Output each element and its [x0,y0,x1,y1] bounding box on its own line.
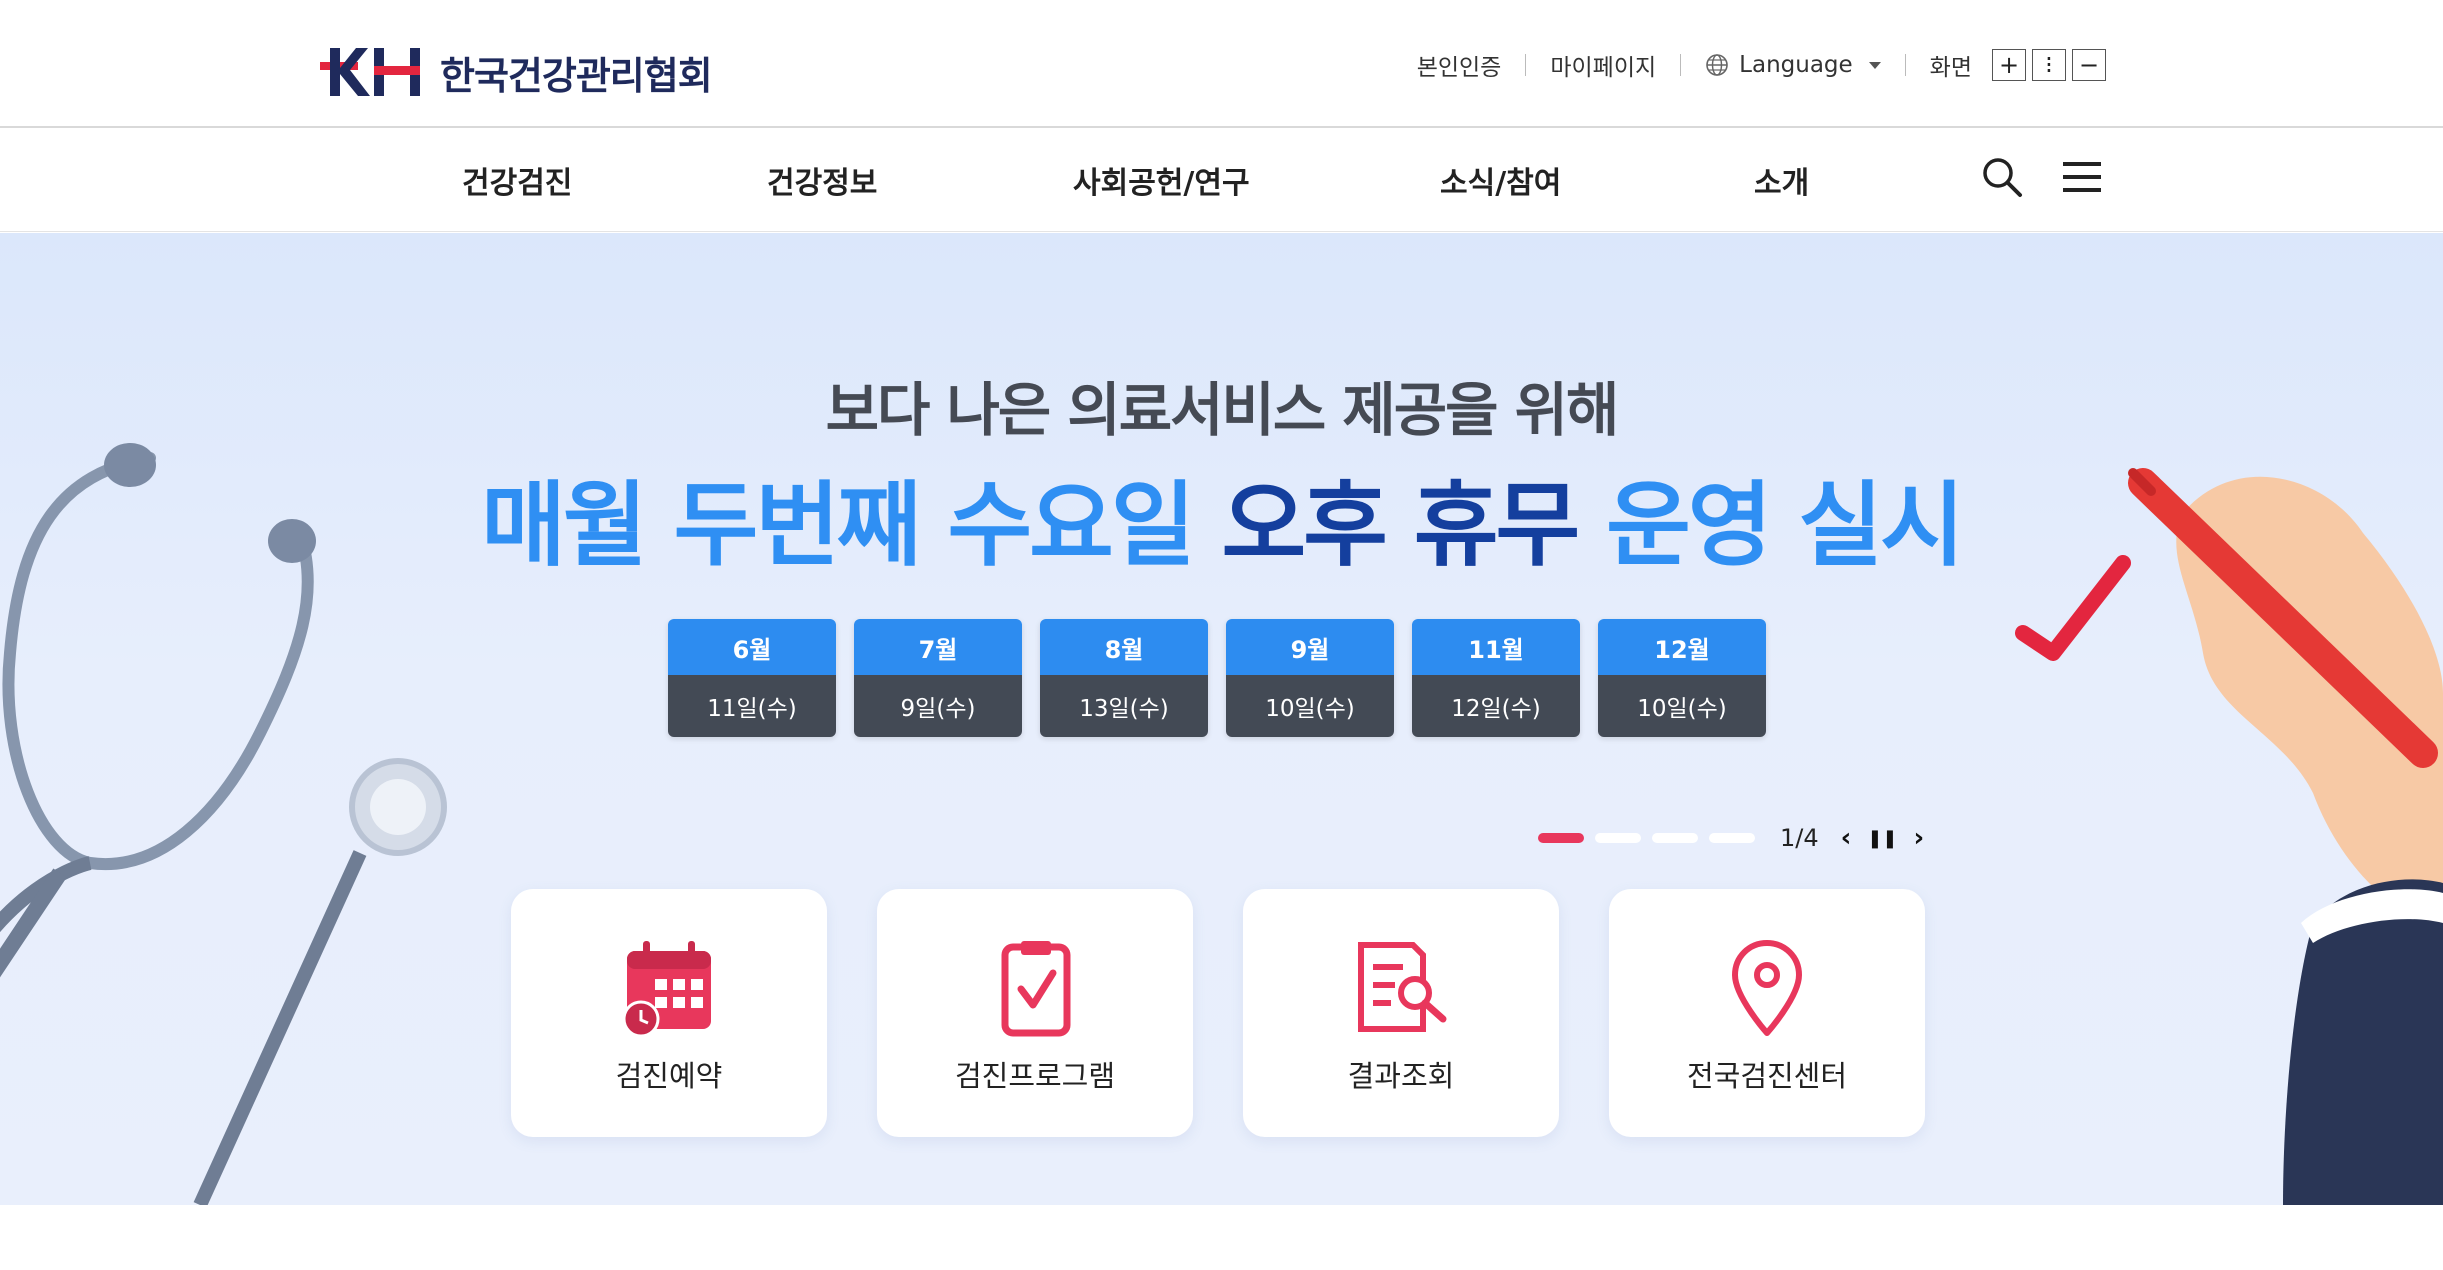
date-card: 12월 10일(수) [1598,619,1766,737]
next-slide-button[interactable]: › [1914,823,1925,853]
date-month: 7월 [854,619,1022,675]
date-month: 11월 [1412,619,1580,675]
quick-links: 검진예약 검진프로그램 결과조회 전국검진센터 [511,889,1925,1137]
globe-icon [1706,54,1728,76]
quick-link-label: 검진예약 [615,1059,723,1093]
nav-item-health-checkup[interactable]: 건강검진 [462,128,572,232]
clipboard-check-icon [1001,941,1071,1037]
quick-link-label: 전국검진센터 [1686,1059,1848,1093]
nav-icons [1981,156,2103,198]
language-label: Language [1739,52,1853,78]
pause-slide-button[interactable]: ❚❚ [1867,828,1897,849]
date-card: 8월 13일(수) [1040,619,1208,737]
date-card: 9월 10일(수) [1226,619,1394,737]
nav-item-social-research[interactable]: 사회공헌/연구 [1073,128,1250,232]
identity-verification-link[interactable]: 본인인증 [1417,48,1502,82]
quick-link-results[interactable]: 결과조회 [1243,889,1559,1137]
date-month: 9월 [1226,619,1394,675]
zoom-reset-button[interactable]: ⁝ [2032,49,2066,81]
calendar-clock-icon [622,941,711,1037]
headline-part-1: 매월 두번째 수요일 [481,472,1195,579]
hero-headline: 매월 두번째 수요일 오후 휴무 운영 실시 [0,451,2443,584]
search-icon[interactable] [1981,156,2023,198]
date-day: 13일(수) [1040,675,1208,737]
nav-item-about[interactable]: 소개 [1754,128,1809,232]
slide-indicator-4[interactable] [1709,833,1755,843]
quick-link-label: 결과조회 [1347,1059,1455,1093]
mypage-link[interactable]: 마이페이지 [1550,48,1656,82]
date-month: 8월 [1040,619,1208,675]
chevron-down-icon [1868,61,1881,69]
date-card: 11월 12일(수) [1412,619,1580,737]
date-day: 10일(수) [1598,675,1766,737]
utility-links: 본인인증 마이페이지 Language 화면 + ⁝ − [1417,40,2106,90]
organization-name: 한국건강관리협회 [440,53,713,98]
prev-slide-button[interactable]: ‹ [1841,823,1852,853]
divider [1904,54,1906,76]
top-utility-bar: 한국건강관리협회 본인인증 마이페이지 Language 화면 + ⁝ − [0,0,2443,128]
document-search-icon [1358,942,1447,1032]
nav-item-health-info[interactable]: 건강정보 [767,128,877,232]
date-month: 12월 [1598,619,1766,675]
nav-item-news-participation[interactable]: 소식/참여 [1440,128,1561,232]
main-navigation: 건강검진 건강정보 사회공헌/연구 소식/참여 소개 [0,128,2443,232]
slide-indicator-1[interactable] [1538,833,1584,843]
date-card: 7월 9일(수) [854,619,1022,737]
screen-zoom-controls: + ⁝ − [1992,49,2106,81]
date-day: 10일(수) [1226,675,1394,737]
site-logo[interactable]: 한국건강관리협회 [316,44,713,100]
date-day: 9일(수) [854,675,1022,737]
hero-banner: 보다 나은 의료서비스 제공을 위해 매월 두번째 수요일 오후 휴무 운영 실… [0,233,2443,1205]
slide-indicator-2[interactable] [1595,833,1641,843]
zoom-in-button[interactable]: + [1992,49,2026,81]
headline-part-3: 운영 실시 [1606,472,1965,579]
zoom-out-button[interactable]: − [2072,49,2106,81]
divider [1680,54,1682,76]
slider-pager: 1/4 ‹ ❚❚ › [1538,823,1932,853]
hamburger-menu-icon[interactable] [2061,159,2103,195]
quick-link-centers[interactable]: 전국검진센터 [1609,889,1925,1137]
language-selector[interactable]: Language [1705,52,1881,78]
date-day: 11일(수) [668,675,836,737]
quick-link-reservation[interactable]: 검진예약 [511,889,827,1137]
quick-link-label: 검진프로그램 [954,1059,1116,1093]
screen-size-label: 화면 [1929,55,1972,81]
location-pin-icon [1732,940,1802,1036]
closure-dates: 6월 11일(수) 7월 9일(수) 8월 13일(수) 9월 10일(수) 11월 12… [668,619,1766,737]
date-day: 12일(수) [1412,675,1580,737]
divider [1525,54,1527,76]
quick-link-program[interactable]: 검진프로그램 [877,889,1193,1137]
date-card: 6월 11일(수) [668,619,836,737]
date-month: 6월 [668,619,836,675]
kh-logo-mark [320,48,420,96]
headline-part-2: 오후 휴무 [1221,472,1581,579]
hero-subtitle: 보다 나은 의료서비스 제공을 위해 [825,376,1620,444]
slide-counter: 1/4 [1780,824,1819,852]
slide-indicator-3[interactable] [1652,833,1698,843]
